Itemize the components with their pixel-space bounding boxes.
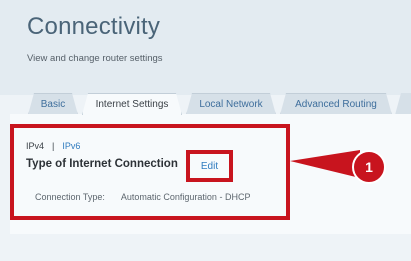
tab-overflow-edge xyxy=(395,93,411,115)
page-subtitle: View and change router settings xyxy=(27,53,163,64)
callout-number: 1 xyxy=(365,159,373,175)
page-title: Connectivity xyxy=(27,13,161,40)
page-header: Connectivity View and change router sett… xyxy=(0,0,411,95)
highlight-box-section xyxy=(10,124,290,220)
tab-basic[interactable]: Basic xyxy=(28,93,78,115)
edit-button[interactable]: Edit xyxy=(201,161,218,172)
tab-internet-settings[interactable]: Internet Settings xyxy=(82,93,182,115)
tab-local-network[interactable]: Local Network xyxy=(186,93,276,115)
highlight-box-edit: Edit xyxy=(186,150,233,182)
tab-bar: Basic Internet Settings Local Network Ad… xyxy=(0,93,411,115)
tab-advanced-routing[interactable]: Advanced Routing xyxy=(280,93,392,115)
